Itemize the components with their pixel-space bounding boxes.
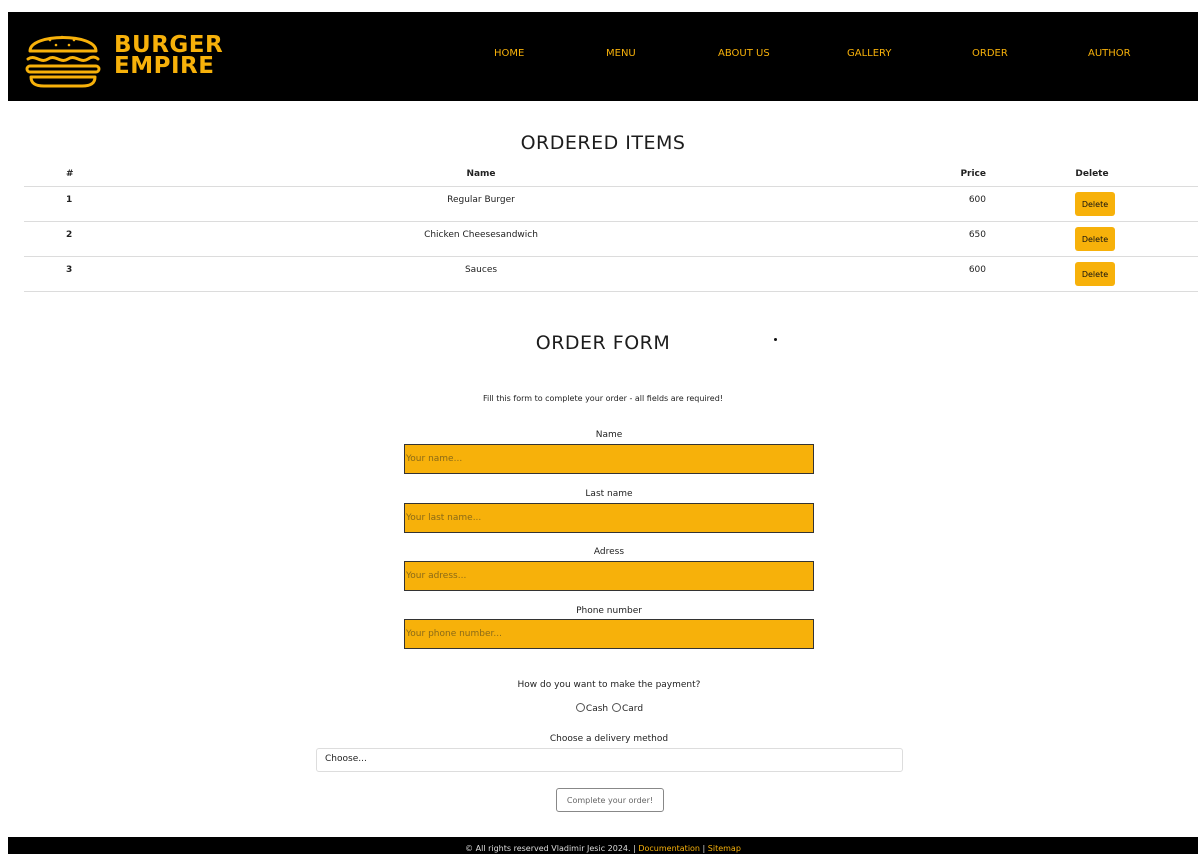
row-name: Chicken Cheesesandwich [424,230,538,240]
delete-button[interactable]: Delete [1074,192,1116,216]
site-header: BURGER EMPIRE HOME MENU ABOUT US GALLERY… [8,12,1198,101]
nav-gallery[interactable]: GALLERY [847,48,891,59]
ordered-items-table: # Name Price Delete 1 Regular Burger 600… [24,162,1198,292]
col-header-price: Price [656,162,986,187]
table-row: 1 Regular Burger 600 Delete [24,186,1198,222]
card-label[interactable]: Card [622,704,643,714]
phone-input[interactable] [404,619,814,649]
documentation-link[interactable]: Documentation [638,844,700,853]
nav-about-us[interactable]: ABOUT US [718,48,770,59]
footer-separator: | [700,844,708,853]
last-name-label: Last name [585,489,633,499]
row-num: 3 [66,265,73,275]
row-num: 1 [66,195,73,205]
ordered-items-title: ORDERED ITEMS [520,132,686,154]
col-header-num: # [24,162,306,187]
delivery-label: Choose a delivery method [549,734,669,744]
sitemap-link[interactable]: Sitemap [708,844,741,853]
last-name-input[interactable] [404,503,814,533]
order-form-title: ORDER FORM [535,332,671,354]
col-header-name: Name [306,162,656,187]
row-price: 650 [968,230,986,240]
nav-order[interactable]: ORDER [972,48,1008,59]
nav-home[interactable]: HOME [494,48,524,59]
stray-dot [774,338,777,341]
payment-question: How do you want to make the payment? [517,680,701,690]
cash-label[interactable]: Cash [586,704,608,714]
card-radio[interactable] [612,703,621,712]
row-price: 600 [968,195,986,205]
row-price: 600 [968,265,986,275]
page: BURGER EMPIRE HOME MENU ABOUT US GALLERY… [8,12,1198,854]
name-input[interactable] [404,444,814,474]
adress-label: Adress [593,547,625,557]
row-name: Sauces [464,265,498,275]
form-intro: Fill this form to complete your order - … [483,394,723,403]
payment-options: Cash Card [8,703,1198,714]
phone-label: Phone number [576,606,642,616]
delete-button[interactable]: Delete [1074,262,1116,286]
table-header-row: # Name Price Delete [24,162,1198,187]
complete-order-button[interactable]: Complete your order! [556,788,664,812]
main-nav: HOME MENU ABOUT US GALLERY ORDER AUTHOR [8,12,1198,101]
copyright-text: © All rights reserved Vladimir Jesic 202… [465,844,639,853]
table-row: 3 Sauces 600 Delete [24,256,1198,292]
nav-menu[interactable]: MENU [606,48,636,59]
cash-radio[interactable] [575,703,585,712]
name-label: Name [595,430,623,440]
col-header-delete: Delete [986,162,1198,187]
site-footer: © All rights reserved Vladimir Jesic 202… [8,837,1198,854]
row-num: 2 [66,230,73,240]
adress-input[interactable] [404,561,814,591]
row-name: Regular Burger [447,195,515,205]
delete-button[interactable]: Delete [1074,227,1116,251]
nav-author[interactable]: AUTHOR [1088,48,1131,59]
table-row: 2 Chicken Cheesesandwich 650 Delete [24,221,1198,257]
delivery-select[interactable]: Choose... [316,748,903,772]
